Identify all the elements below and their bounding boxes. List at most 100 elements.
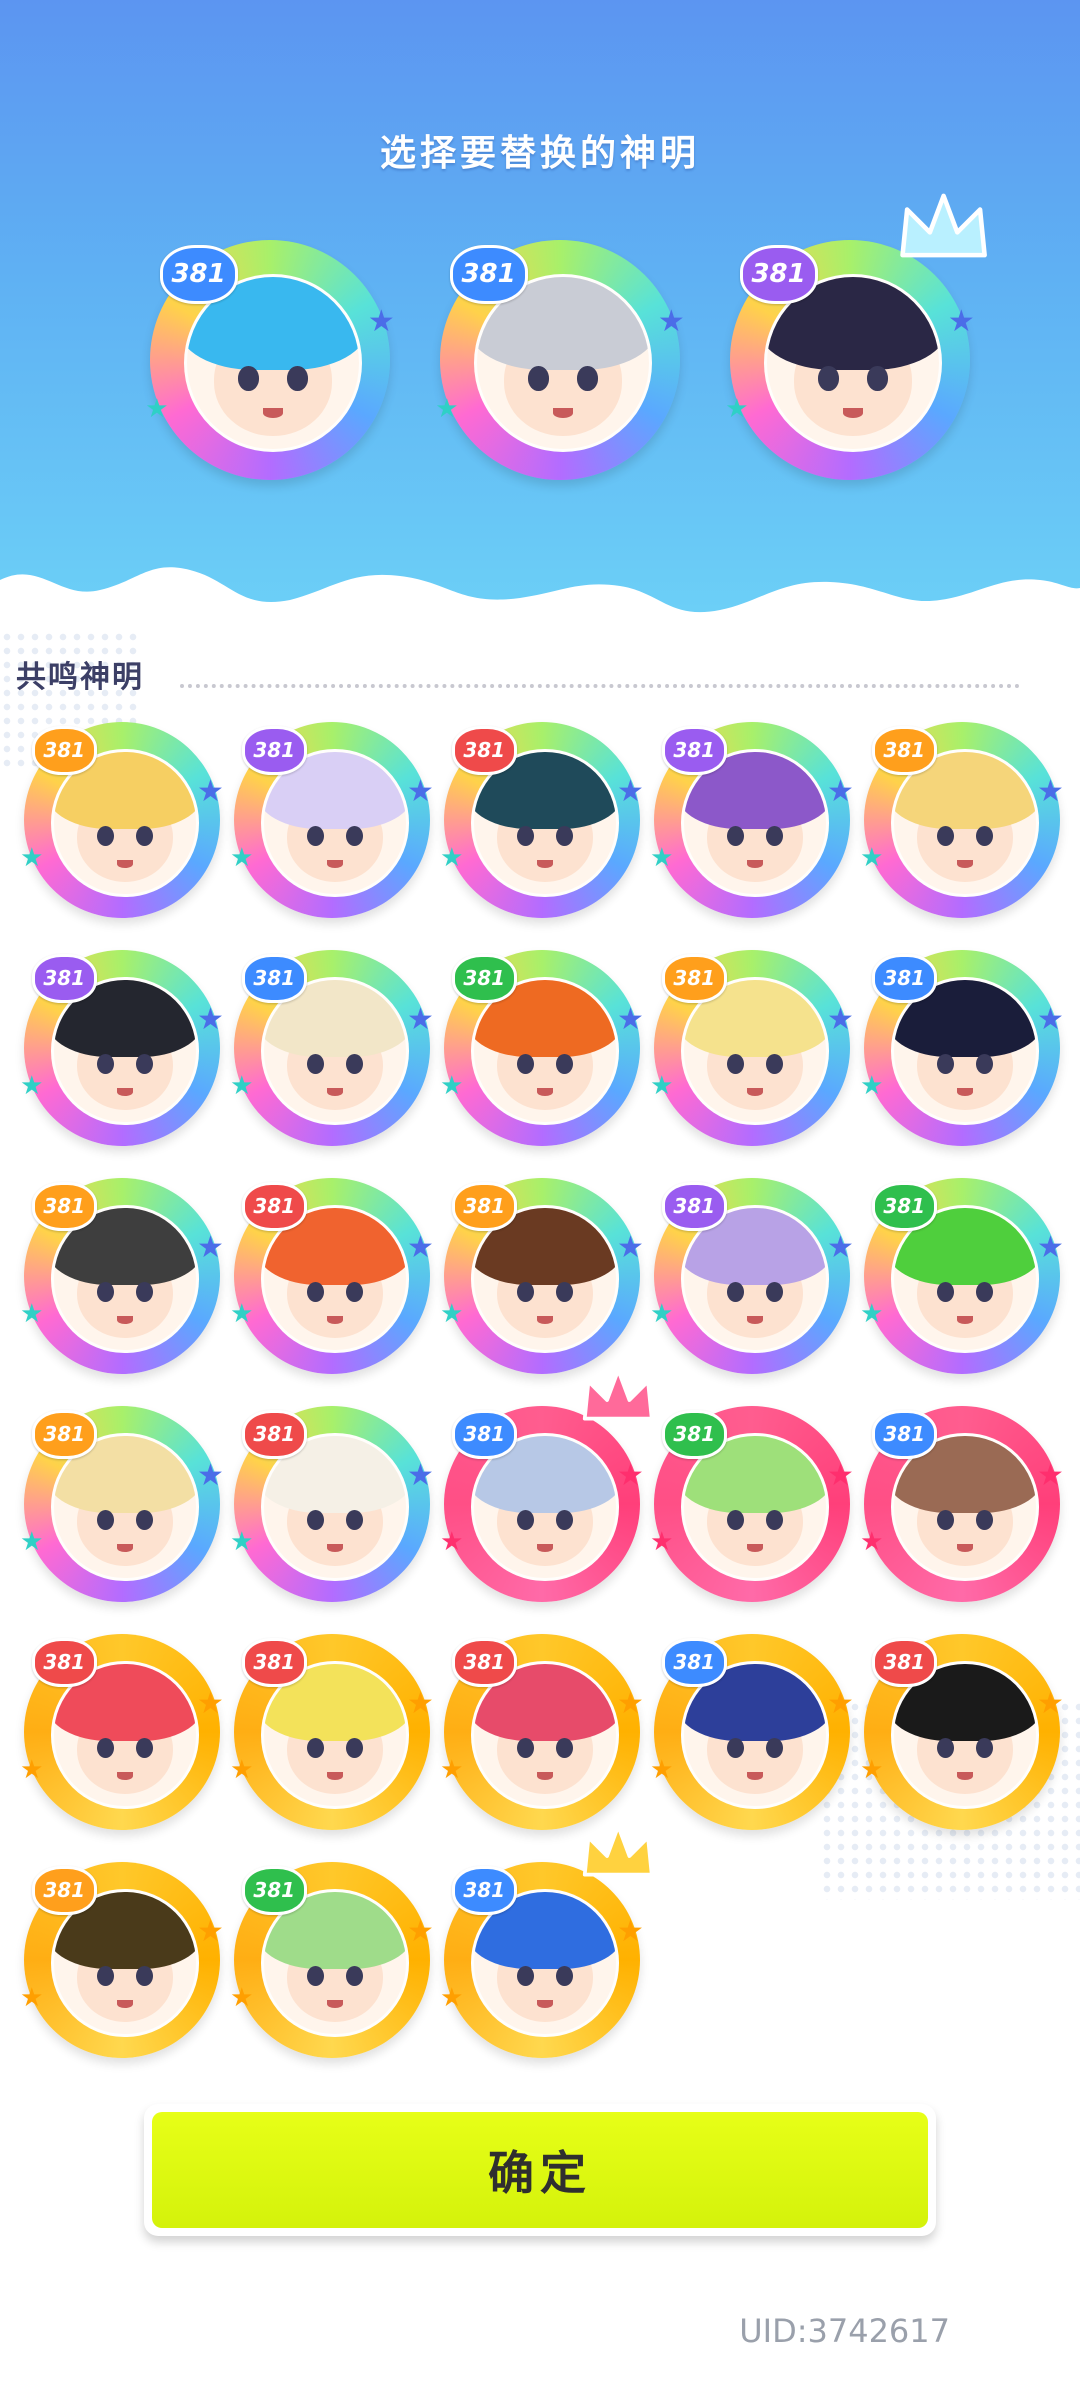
star-icon: ★ — [657, 304, 685, 340]
star-icon: ★ — [650, 1298, 674, 1329]
star-icon: ★ — [440, 1754, 464, 1785]
star-icon: ★ — [197, 1913, 224, 1949]
god-avatar[interactable]: ★ ★ 381 — [440, 722, 644, 918]
level-badge: 381 — [241, 1637, 307, 1688]
star-icon: ★ — [617, 1685, 644, 1721]
god-avatar[interactable]: ★ ★ 381 — [440, 1178, 644, 1374]
god-avatar[interactable]: ★ ★ 381 — [20, 1862, 224, 2058]
star-icon: ★ — [440, 1070, 464, 1101]
level-badge: 381 — [31, 1637, 97, 1688]
section-title: 共鸣神明 — [16, 660, 144, 695]
star-icon: ★ — [827, 1457, 854, 1493]
star-icon: ★ — [407, 773, 434, 809]
level-badge: 381 — [31, 1181, 97, 1232]
star-icon: ★ — [650, 1526, 674, 1557]
star-icon: ★ — [827, 1685, 854, 1721]
star-icon: ★ — [230, 1070, 254, 1101]
god-avatar[interactable]: ★ ★ 381 — [650, 1634, 854, 1830]
crown-icon — [583, 1824, 654, 1877]
confirm-button[interactable]: 确定 — [144, 2104, 936, 2236]
god-avatar[interactable]: ★ ★ 381 — [650, 1178, 854, 1374]
star-icon: ★ — [230, 1982, 254, 2013]
god-avatar[interactable]: ★ ★ 381 — [440, 1634, 644, 1830]
star-icon: ★ — [197, 1229, 224, 1265]
god-avatar[interactable]: ★ ★ 381 — [230, 1178, 434, 1374]
star-icon: ★ — [367, 304, 395, 340]
star-icon: ★ — [827, 1229, 854, 1265]
star-icon: ★ — [407, 1685, 434, 1721]
god-avatar[interactable]: ★ ★ 381 — [230, 722, 434, 918]
star-icon: ★ — [725, 394, 749, 425]
level-badge: 381 — [241, 725, 307, 776]
star-icon: ★ — [197, 1457, 224, 1493]
level-badge: 381 — [451, 1181, 517, 1232]
star-icon: ★ — [860, 1070, 884, 1101]
god-avatar[interactable]: ★ ★ 381 — [650, 1406, 854, 1602]
god-avatar[interactable]: ★ ★ 381 — [860, 1406, 1064, 1602]
level-badge: 381 — [241, 1865, 307, 1916]
god-avatar[interactable]: ★ ★ 381 — [230, 1406, 434, 1602]
god-avatar[interactable]: ★ ★ 381 — [860, 950, 1064, 1146]
level-badge: 381 — [451, 1409, 517, 1460]
level-badge: 381 — [871, 1181, 937, 1232]
star-icon: ★ — [197, 1685, 224, 1721]
selected-god-avatar[interactable]: ★ ★ 381 — [435, 240, 685, 480]
god-avatar[interactable]: ★ ★ 381 — [650, 950, 854, 1146]
level-badge: 381 — [661, 1181, 727, 1232]
god-avatar[interactable]: ★ ★ 381 — [650, 722, 854, 918]
level-badge: 381 — [159, 244, 238, 304]
god-avatar[interactable]: ★ ★ 381 — [20, 1178, 224, 1374]
god-avatar[interactable]: ★ ★ 381 — [440, 950, 644, 1146]
star-icon: ★ — [617, 1913, 644, 1949]
star-icon: ★ — [440, 1982, 464, 2013]
god-avatar[interactable]: ★ ★ 381 — [20, 722, 224, 918]
star-icon: ★ — [1037, 1457, 1064, 1493]
star-icon: ★ — [1037, 1229, 1064, 1265]
star-icon: ★ — [230, 1754, 254, 1785]
god-avatar[interactable]: ★ ★ 381 — [230, 1634, 434, 1830]
star-icon: ★ — [440, 842, 464, 873]
level-badge: 381 — [451, 953, 517, 1004]
star-icon: ★ — [617, 1001, 644, 1037]
star-icon: ★ — [407, 1457, 434, 1493]
level-badge: 381 — [31, 725, 97, 776]
star-icon: ★ — [407, 1913, 434, 1949]
level-badge: 381 — [871, 953, 937, 1004]
star-icon: ★ — [860, 1298, 884, 1329]
god-avatar[interactable]: ★ ★ 381 — [20, 950, 224, 1146]
god-avatar[interactable]: ★ ★ 381 — [230, 950, 434, 1146]
star-icon: ★ — [617, 773, 644, 809]
god-avatar[interactable]: ★ ★ 381 — [20, 1406, 224, 1602]
star-icon: ★ — [20, 1754, 44, 1785]
star-icon: ★ — [435, 394, 459, 425]
star-icon: ★ — [230, 842, 254, 873]
star-icon: ★ — [20, 1982, 44, 2013]
god-avatar[interactable]: ★ ★ 381 — [860, 1634, 1064, 1830]
level-badge: 381 — [31, 1865, 97, 1916]
star-icon: ★ — [1037, 773, 1064, 809]
god-avatar[interactable]: ★ ★ 381 — [860, 1178, 1064, 1374]
level-badge: 381 — [449, 244, 528, 304]
god-avatar[interactable]: ★ ★ 381 — [860, 722, 1064, 918]
star-icon: ★ — [617, 1229, 644, 1265]
star-icon: ★ — [440, 1298, 464, 1329]
level-badge: 381 — [661, 1637, 727, 1688]
star-icon: ★ — [20, 842, 44, 873]
star-icon: ★ — [827, 1001, 854, 1037]
level-badge: 381 — [241, 1181, 307, 1232]
level-badge: 381 — [739, 244, 818, 304]
star-icon: ★ — [650, 842, 674, 873]
star-icon: ★ — [860, 842, 884, 873]
god-avatar[interactable]: ★ ★ 381 — [440, 1824, 654, 2058]
star-icon: ★ — [197, 1001, 224, 1037]
star-icon: ★ — [860, 1526, 884, 1557]
selected-god-avatar[interactable]: ★ ★ 381 — [725, 193, 987, 480]
star-icon: ★ — [440, 1526, 464, 1557]
star-icon: ★ — [1037, 1685, 1064, 1721]
god-avatar[interactable]: ★ ★ 381 — [230, 1862, 434, 2058]
star-icon: ★ — [827, 773, 854, 809]
star-icon: ★ — [650, 1070, 674, 1101]
selected-god-avatar[interactable]: ★ ★ 381 — [145, 240, 395, 480]
god-avatar[interactable]: ★ ★ 381 — [20, 1634, 224, 1830]
god-avatar[interactable]: ★ ★ 381 — [440, 1368, 654, 1602]
